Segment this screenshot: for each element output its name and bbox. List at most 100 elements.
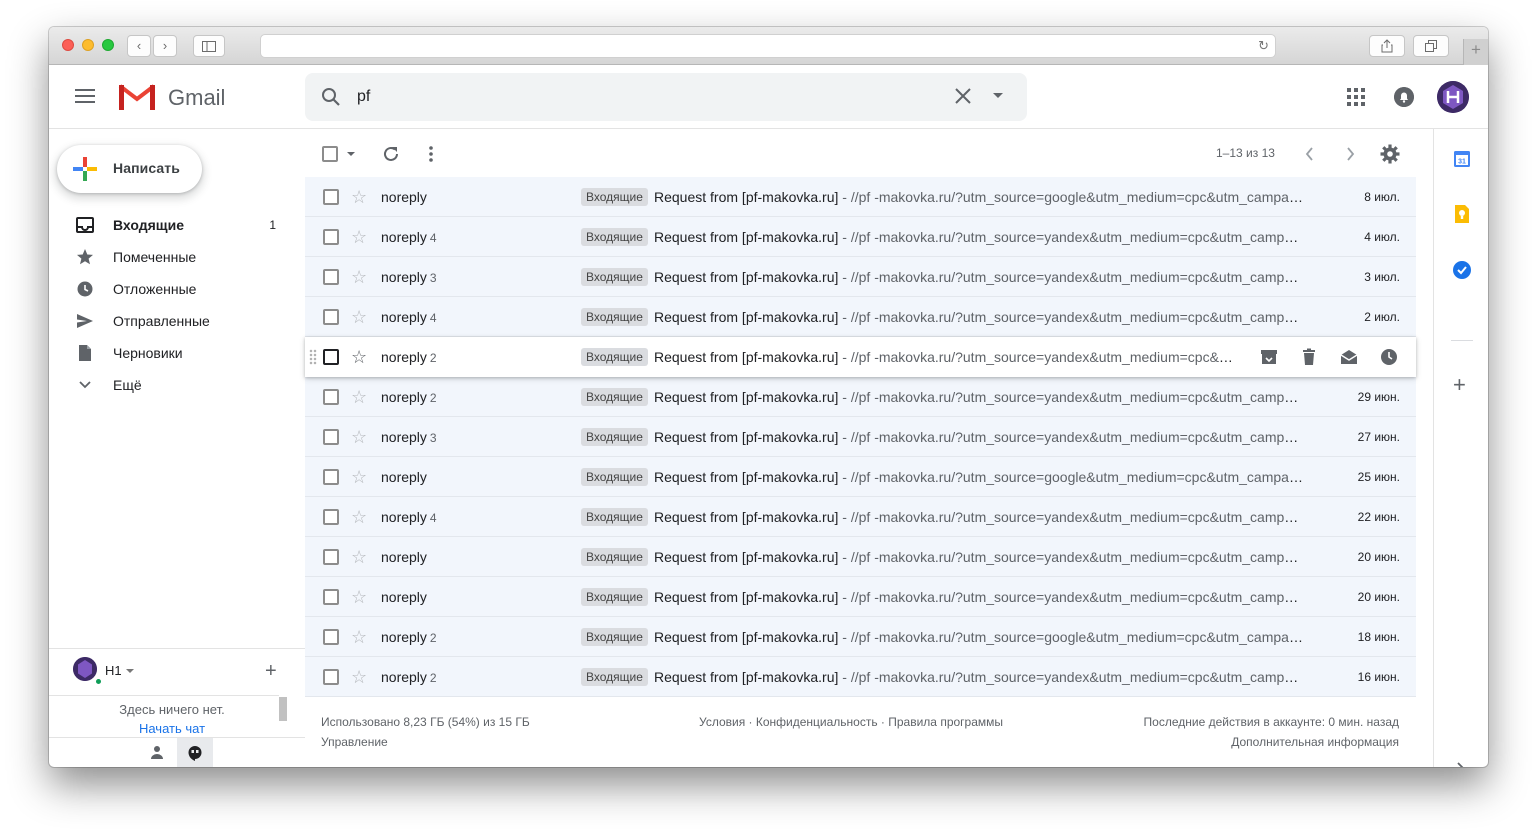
label-chip[interactable]: Входящие — [581, 388, 648, 406]
search-input[interactable] — [357, 83, 917, 111]
row-checkbox[interactable] — [323, 349, 339, 365]
hangouts-user-name[interactable]: H1 — [105, 663, 122, 678]
back-button[interactable]: ‹ — [127, 35, 151, 57]
label-chip[interactable]: Входящие — [581, 228, 648, 246]
email-row[interactable]: ☆ noreply Входящие Request from [pf-makovka… — [305, 537, 1416, 577]
label-chip[interactable]: Входящие — [581, 548, 648, 566]
gmail-logo-icon[interactable] — [118, 82, 156, 112]
star-toggle-icon[interactable]: ☆ — [351, 187, 367, 207]
row-checkbox[interactable] — [323, 269, 339, 285]
search-options-icon[interactable] — [993, 93, 1003, 98]
email-row[interactable]: ☆ noreply 3 Входящие Request from [pf-makovk… — [305, 417, 1416, 457]
sidebar-item-inbox[interactable]: Входящие 1 — [49, 209, 305, 241]
more-options-icon[interactable] — [428, 145, 434, 163]
manage-storage-link[interactable]: Управление — [321, 735, 388, 749]
row-checkbox[interactable] — [323, 509, 339, 525]
google-apps-icon[interactable] — [1347, 88, 1365, 106]
label-chip[interactable]: Входящие — [581, 668, 648, 686]
delete-icon[interactable] — [1299, 347, 1319, 367]
star-toggle-icon[interactable]: ☆ — [351, 507, 367, 527]
email-row[interactable]: ☆ noreply 3 Входящие Request from [pf-makovk… — [305, 257, 1416, 297]
row-checkbox[interactable] — [323, 229, 339, 245]
hangouts-chat-tab[interactable] — [177, 738, 213, 767]
star-toggle-icon[interactable]: ☆ — [351, 347, 367, 367]
account-avatar[interactable] — [1437, 81, 1469, 113]
label-chip[interactable]: Входящие — [581, 508, 648, 526]
archive-icon[interactable] — [1259, 347, 1279, 367]
calendar-icon[interactable]: 31 — [1452, 149, 1472, 169]
label-chip[interactable]: Входящие — [581, 628, 648, 646]
get-addons-icon[interactable]: + — [1453, 372, 1466, 398]
sidebar-item-snoozed[interactable]: Отложенные — [49, 273, 305, 305]
chevron-left-icon[interactable] — [1304, 147, 1316, 161]
row-checkbox[interactable] — [323, 549, 339, 565]
snooze-icon[interactable] — [1379, 347, 1399, 367]
star-toggle-icon[interactable]: ☆ — [351, 547, 367, 567]
sidebar-item-sent[interactable]: Отправленные — [49, 305, 305, 337]
star-toggle-icon[interactable]: ☆ — [351, 467, 367, 487]
row-checkbox[interactable] — [323, 589, 339, 605]
hangouts-avatar[interactable] — [73, 657, 97, 681]
drag-handle-icon[interactable] — [309, 349, 317, 365]
settings-gear-icon[interactable] — [1380, 144, 1400, 164]
hangouts-scrollbar[interactable] — [279, 697, 287, 721]
row-checkbox[interactable] — [323, 189, 339, 205]
label-chip[interactable]: Входящие — [581, 588, 648, 606]
notifications-icon[interactable] — [1394, 87, 1414, 107]
contacts-icon[interactable] — [150, 745, 164, 759]
email-row[interactable]: ☆ noreply 2 Входящие Request from [pf-makovk… — [305, 657, 1416, 697]
reload-icon[interactable]: ↻ — [1258, 38, 1269, 54]
star-toggle-icon[interactable]: ☆ — [351, 627, 367, 647]
forward-button[interactable]: › — [153, 35, 177, 57]
select-options-icon[interactable] — [347, 152, 355, 156]
share-button[interactable] — [1369, 35, 1405, 57]
address-bar[interactable]: ↻ — [260, 34, 1276, 58]
row-checkbox[interactable] — [323, 669, 339, 685]
star-toggle-icon[interactable]: ☆ — [351, 387, 367, 407]
chevron-right-icon[interactable] — [1344, 147, 1356, 161]
label-chip[interactable]: Входящие — [581, 348, 648, 366]
zoom-window-button[interactable] — [102, 39, 114, 51]
star-toggle-icon[interactable]: ☆ — [351, 307, 367, 327]
tasks-icon[interactable] — [1452, 260, 1472, 280]
email-row[interactable]: ☆ noreply 4 Входящие Request from [pf-makovk… — [305, 497, 1416, 537]
email-row[interactable]: ☆ noreply Входящие Request from [pf-makovka… — [305, 577, 1416, 617]
start-chat-link[interactable]: Начать чат — [49, 721, 295, 736]
tabs-overview-button[interactable] — [1413, 35, 1449, 57]
activity-details-link[interactable]: Дополнительная информация — [1231, 735, 1399, 749]
star-toggle-icon[interactable]: ☆ — [351, 427, 367, 447]
email-row[interactable]: ☆ noreply Входящие Request from [pf-makovka… — [305, 457, 1416, 497]
label-chip[interactable]: Входящие — [581, 428, 648, 446]
email-row[interactable]: ☆ noreply 2 Входящие Request from [pf-makovk… — [305, 337, 1416, 377]
sidebar-item-starred[interactable]: Помеченные — [49, 241, 305, 273]
sidebar-item-drafts[interactable]: Черновики — [49, 337, 305, 369]
star-toggle-icon[interactable]: ☆ — [351, 587, 367, 607]
star-toggle-icon[interactable]: ☆ — [351, 227, 367, 247]
star-toggle-icon[interactable]: ☆ — [351, 267, 367, 287]
email-row[interactable]: ☆ noreply 2 Входящие Request from [pf-makovk… — [305, 617, 1416, 657]
label-chip[interactable]: Входящие — [581, 468, 648, 486]
row-checkbox[interactable] — [323, 429, 339, 445]
email-row[interactable]: ☆ noreply Входящие Request from [pf-makovka… — [305, 177, 1416, 217]
email-row[interactable]: ☆ noreply 4 Входящие Request from [pf-makovk… — [305, 297, 1416, 337]
row-checkbox[interactable] — [323, 389, 339, 405]
label-chip[interactable]: Входящие — [581, 188, 648, 206]
mark-as-read-icon[interactable] — [1339, 347, 1359, 367]
caret-down-icon[interactable] — [126, 669, 134, 673]
label-chip[interactable]: Входящие — [581, 268, 648, 286]
refresh-icon[interactable] — [382, 145, 400, 163]
row-checkbox[interactable] — [323, 629, 339, 645]
select-all-checkbox[interactable] — [322, 146, 338, 162]
search-icon[interactable] — [321, 87, 341, 107]
row-checkbox[interactable] — [323, 309, 339, 325]
sidebar-item-more[interactable]: Ещё — [49, 369, 305, 401]
close-window-button[interactable] — [62, 39, 74, 51]
footer-policy-links[interactable]: Условия · Конфиденциальность · Правила п… — [699, 715, 1003, 729]
clear-search-icon[interactable] — [953, 86, 973, 106]
keep-icon[interactable] — [1452, 204, 1472, 224]
compose-button[interactable]: Написать — [57, 145, 202, 193]
star-toggle-icon[interactable]: ☆ — [351, 667, 367, 687]
label-chip[interactable]: Входящие — [581, 308, 648, 326]
email-row[interactable]: ☆ noreply 4 Входящие Request from [pf-makovk… — [305, 217, 1416, 257]
new-conversation-icon[interactable]: + — [265, 660, 277, 683]
